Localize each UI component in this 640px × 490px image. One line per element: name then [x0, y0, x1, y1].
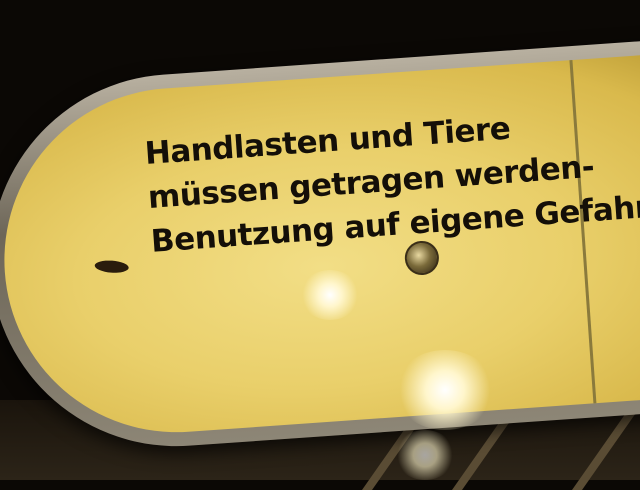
light-reflection — [395, 430, 455, 480]
scratch-mark — [94, 259, 130, 274]
light-reflection — [300, 270, 360, 320]
warning-text: Handlasten und Tiere müssen getragen wer… — [143, 97, 640, 264]
warning-sign-panel: Handlasten und Tiere müssen getragen wer… — [0, 51, 640, 444]
warning-sign-frame: Handlasten und Tiere müssen getragen wer… — [0, 37, 640, 459]
escalator-scene: Handlasten und Tiere müssen getragen wer… — [0, 0, 640, 490]
light-reflection — [395, 350, 495, 430]
